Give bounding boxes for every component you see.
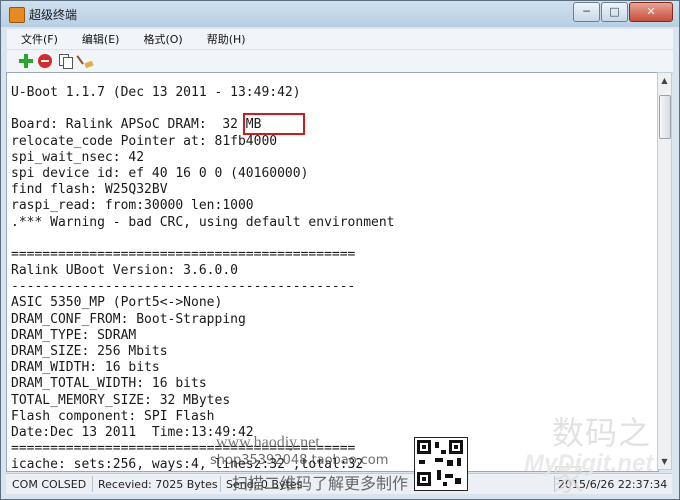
status-divider	[92, 476, 93, 492]
menu-bar: 文件(F) 编辑(E) 格式(O) 帮助(H)	[7, 29, 673, 49]
terminal-line: find flash: W25Q32BV	[11, 182, 168, 198]
terminal-line: DRAM_CONF_FROM: Boot-Strapping	[11, 311, 246, 327]
terminal-line: DRAM_TOTAL_WIDTH: 16 bits	[11, 376, 207, 392]
terminal-line: ----------------------------------------…	[11, 279, 356, 295]
menu-format[interactable]: 格式(O)	[129, 29, 192, 49]
terminal-line: Board: Ralink APSoC DRAM: 32 MB	[11, 117, 262, 133]
terminal-line: spi_wait_nsec: 42	[11, 149, 145, 165]
terminal-line: ASIC 5350_MP (Port5<->None)	[11, 295, 223, 311]
clear-broom-icon[interactable]	[80, 54, 94, 68]
add-plus-icon[interactable]	[19, 54, 33, 68]
remove-minus-icon[interactable]	[38, 54, 52, 68]
minimize-button[interactable]: ─	[573, 2, 600, 22]
menu-file[interactable]: 文件(F)	[7, 29, 68, 49]
scroll-up-arrow-icon[interactable]: ▲	[658, 73, 671, 88]
scroll-thumb[interactable]	[659, 95, 671, 139]
window-title: 超级终端	[29, 8, 78, 22]
copy-icon[interactable]	[59, 54, 73, 69]
terminal-line: DRAM_TYPE: SDRAM	[11, 327, 137, 343]
app-icon	[9, 7, 25, 23]
terminal-line: Date:Dec 13 2011 Time:13:49:42	[11, 424, 254, 440]
menu-help[interactable]: 帮助(H)	[193, 29, 256, 49]
toolbar	[7, 50, 673, 73]
terminal-line: TOTAL_MEMORY_SIZE: 32 MBytes	[11, 392, 231, 408]
title-bar[interactable]: 超级终端 ─ □ ✕	[1, 1, 679, 27]
received-bytes: Recevied: 7025 Bytes	[98, 478, 218, 491]
window-controls: ─ □ ✕	[572, 2, 673, 22]
watermark-scan-text: 扫描二维码了解更多制作	[232, 474, 409, 493]
dram-size-highlight-box	[243, 113, 305, 135]
terminal-lines: U-Boot 1.1.7 (Dec 13 2011 - 13:49:42) Bo…	[11, 85, 395, 471]
terminal-line: spi device id: ef 40 16 0 0 (40160000)	[11, 165, 309, 181]
terminal-line: relocate_code Pointer at: 81fb4000	[11, 133, 278, 149]
port-status: COM COLSED	[12, 478, 87, 491]
terminal-line: Ralink UBoot Version: 3.6.0.0	[11, 263, 238, 279]
close-button[interactable]: ✕	[629, 2, 673, 22]
watermark-url: www.haodiy.net	[216, 434, 320, 451]
status-divider	[220, 476, 221, 492]
watermark-site: MyDigit.net	[524, 450, 654, 477]
watermark-shop: shop35392048.taobao.com	[210, 453, 389, 468]
terminal-line: raspi_read: from:30000 len:1000	[11, 198, 254, 214]
terminal-line: .*** Warning - bad CRC, using default en…	[11, 214, 395, 230]
terminal-line: DRAM_WIDTH: 16 bits	[11, 360, 160, 376]
terminal-line: DRAM_SIZE: 256 Mbits	[11, 344, 168, 359]
qr-code-icon	[414, 437, 468, 491]
terminal-line: Flash component: SPI Flash	[11, 408, 215, 424]
restore-button[interactable]: □	[601, 2, 628, 22]
terminal-line: ========================================…	[11, 246, 356, 262]
terminal-line: U-Boot 1.1.7 (Dec 13 2011 - 13:49:42)	[11, 85, 301, 100]
menu-edit[interactable]: 编辑(E)	[68, 29, 130, 49]
